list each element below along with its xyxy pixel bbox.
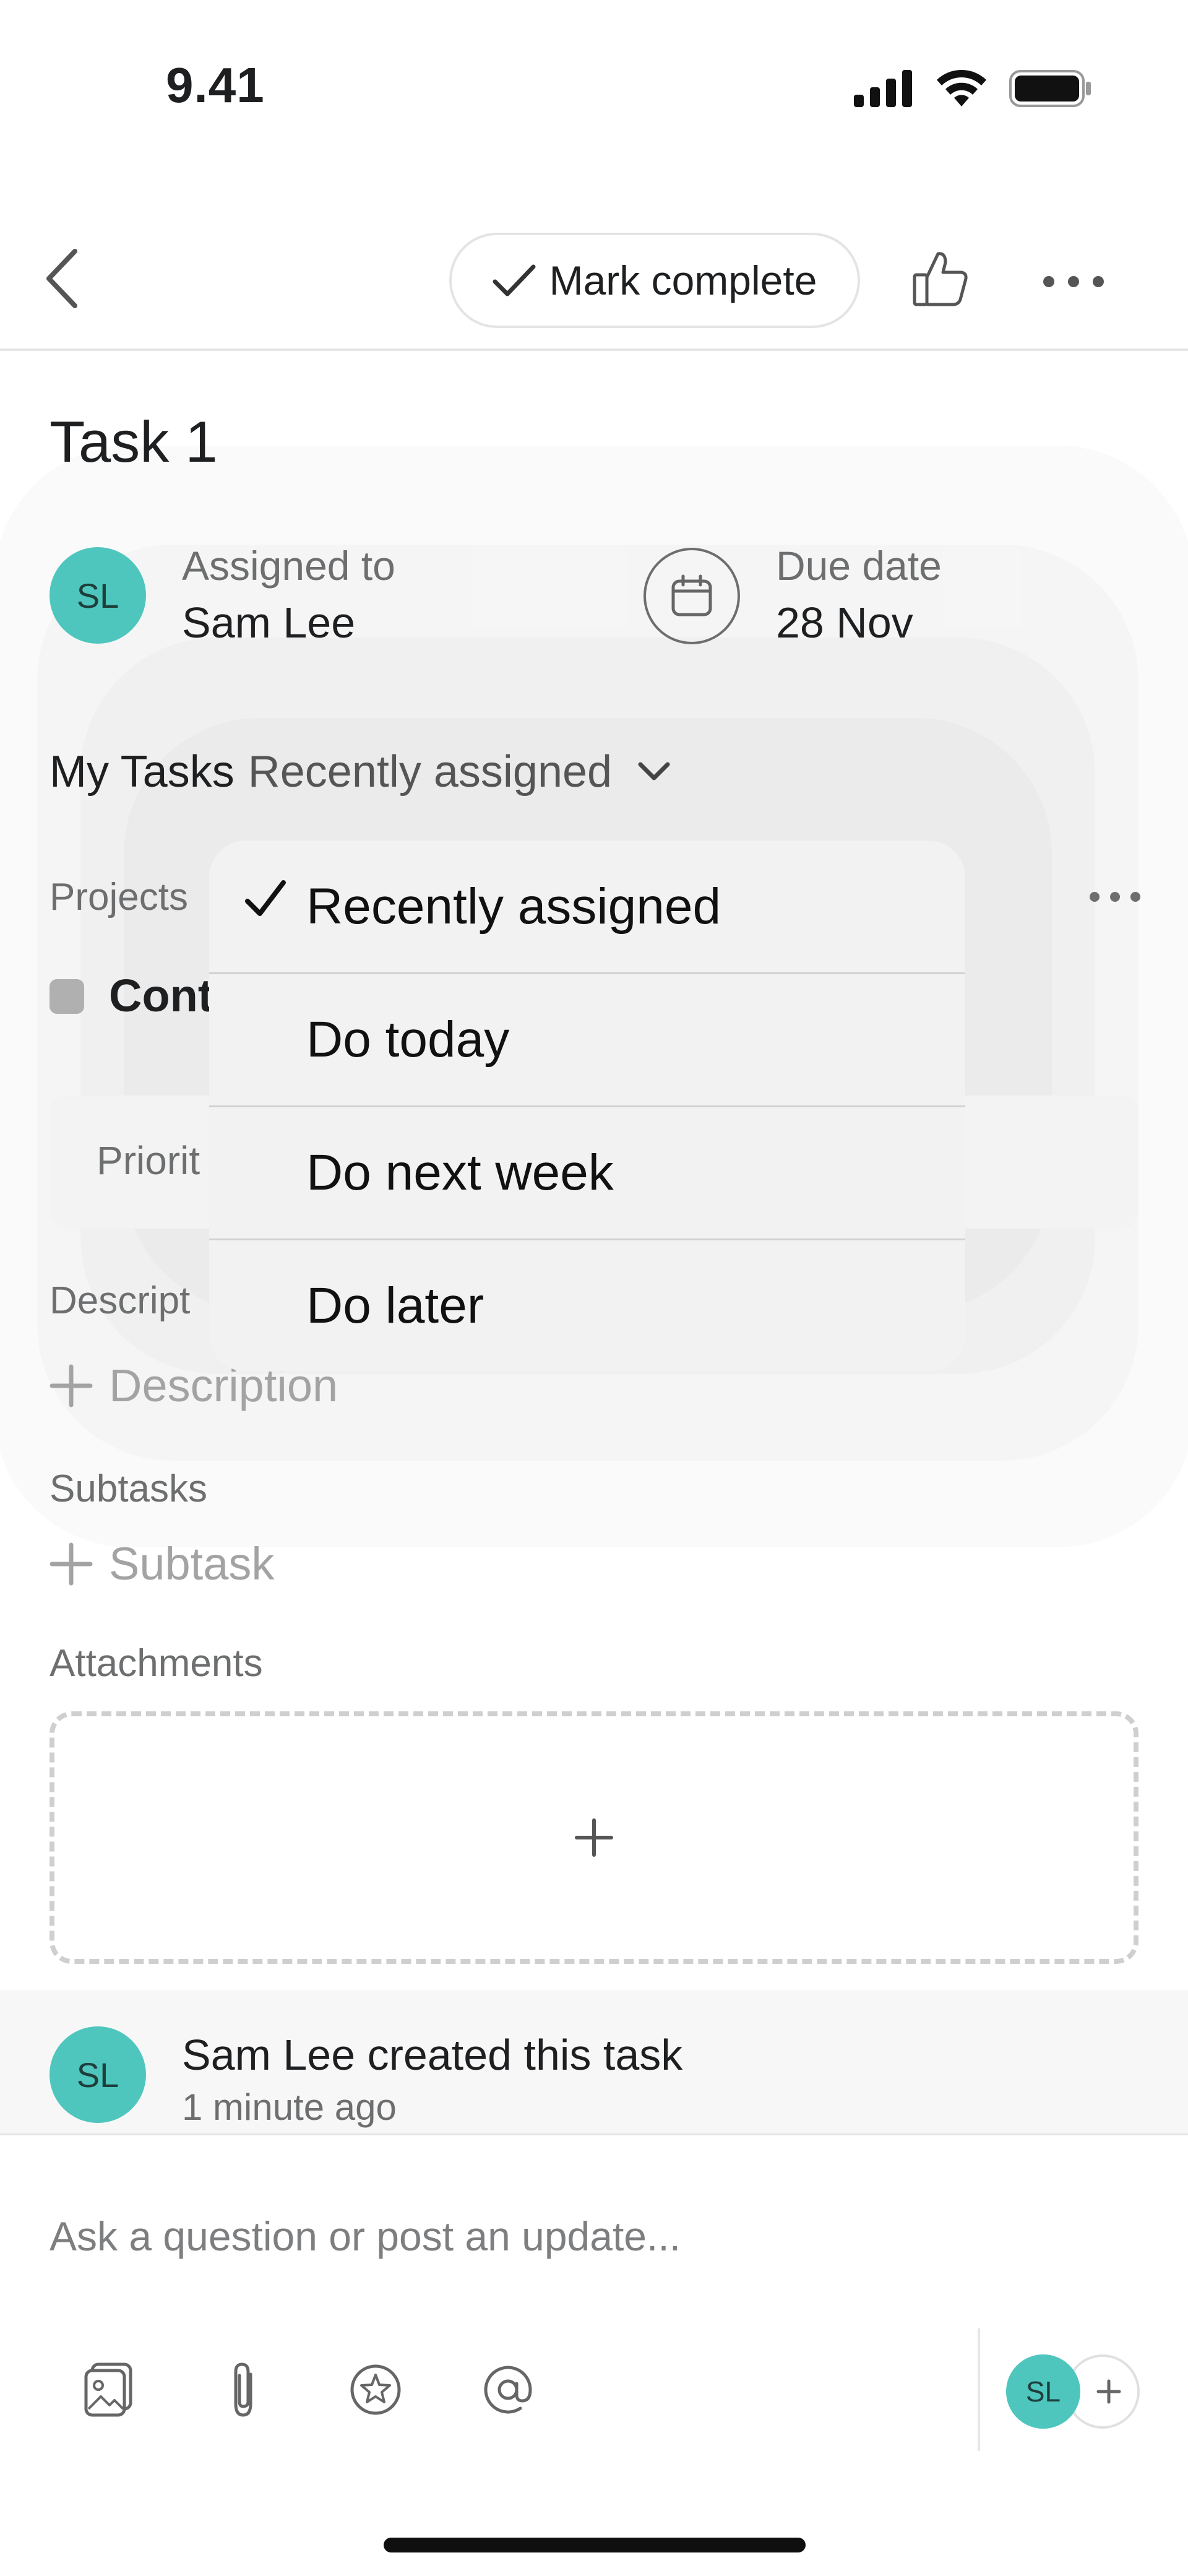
priority-label: Priorit bbox=[97, 1138, 200, 1183]
home-indicator bbox=[384, 2538, 806, 2552]
mention-button[interactable] bbox=[474, 2356, 542, 2424]
dropdown-item-recently-assigned[interactable]: Recently assigned bbox=[209, 841, 965, 973]
add-subtask-button[interactable]: Subtask bbox=[50, 1537, 274, 1590]
composer-divider bbox=[978, 2328, 980, 2451]
back-button[interactable] bbox=[40, 244, 83, 313]
dropdown-item-label: Do next week bbox=[306, 1144, 614, 1201]
check-icon bbox=[493, 264, 536, 296]
paperclip-icon bbox=[234, 2362, 252, 2417]
nav-divider bbox=[0, 348, 1188, 351]
section-selector[interactable]: My Tasks Recently assigned bbox=[50, 746, 671, 797]
more-options-button[interactable] bbox=[1036, 254, 1111, 309]
appreciation-button[interactable] bbox=[342, 2356, 410, 2424]
dropdown-item-do-later[interactable]: Do later bbox=[209, 1240, 965, 1372]
battery-icon bbox=[1009, 70, 1091, 107]
status-time: 9.41 bbox=[166, 58, 265, 113]
projects-label: Projects bbox=[50, 876, 188, 918]
activity-text: Sam Lee created this task bbox=[182, 2031, 683, 2079]
mark-complete-label: Mark complete bbox=[549, 257, 817, 303]
section-dropdown: Recently assigned Do today Do next week … bbox=[209, 841, 965, 1372]
task-title[interactable]: Task 1 bbox=[50, 408, 218, 475]
activity-avatar: SL bbox=[50, 2026, 146, 2123]
like-button[interactable] bbox=[906, 244, 975, 313]
photo-icon bbox=[84, 2362, 132, 2417]
comment-input[interactable]: Ask a question or post an update... bbox=[50, 2213, 681, 2260]
more-icon bbox=[1043, 276, 1104, 287]
plus-icon bbox=[1096, 2379, 1121, 2404]
dropdown-item-label: Do today bbox=[306, 1011, 510, 1068]
attachments-label: Attachments bbox=[50, 1642, 263, 1685]
at-icon bbox=[484, 2366, 532, 2414]
add-subtask-label: Subtask bbox=[109, 1538, 275, 1589]
plus-icon bbox=[50, 1364, 93, 1407]
dropdown-item-label: Recently assigned bbox=[306, 878, 721, 935]
plus-icon bbox=[575, 1818, 613, 1857]
composer-user-avatar[interactable]: SL bbox=[1006, 2354, 1080, 2429]
plus-icon bbox=[50, 1542, 93, 1585]
thumbs-up-icon bbox=[913, 252, 968, 306]
assignee-initials: SL bbox=[76, 576, 119, 615]
project-options-button[interactable] bbox=[1089, 891, 1141, 905]
description-label: Descript bbox=[50, 1279, 191, 1322]
composer-user-initials: SL bbox=[1025, 2375, 1061, 2408]
star-icon bbox=[350, 2364, 401, 2415]
assignee-avatar[interactable]: SL bbox=[50, 547, 146, 644]
attach-file-button[interactable] bbox=[209, 2356, 277, 2424]
check-icon bbox=[245, 880, 286, 916]
assigned-to-label: Assigned to bbox=[182, 543, 395, 589]
due-date-value[interactable]: 28 Nov bbox=[776, 598, 913, 647]
dropdown-item-label: Do later bbox=[306, 1277, 484, 1334]
subtasks-label: Subtasks bbox=[50, 1467, 208, 1510]
mark-complete-button[interactable]: Mark complete bbox=[449, 233, 860, 328]
dropdown-item-do-next-week[interactable]: Do next week bbox=[209, 1107, 965, 1239]
photo-button[interactable] bbox=[74, 2356, 142, 2424]
due-date-label: Due date bbox=[776, 543, 942, 589]
my-tasks-label: My Tasks bbox=[50, 747, 235, 797]
activity-initials: SL bbox=[76, 2055, 119, 2094]
dropdown-item-do-today[interactable]: Do today bbox=[209, 974, 965, 1106]
chevron-down-icon bbox=[638, 762, 670, 780]
project-color-swatch bbox=[50, 979, 84, 1014]
due-date-button[interactable] bbox=[644, 548, 740, 644]
calendar-icon bbox=[671, 574, 712, 616]
wifi-icon bbox=[937, 70, 986, 106]
status-icons bbox=[853, 67, 1091, 110]
add-attachment-button[interactable] bbox=[50, 1711, 1138, 1964]
activity-time: 1 minute ago bbox=[182, 2086, 397, 2128]
more-icon bbox=[1090, 892, 1140, 902]
section-selected: Recently assigned bbox=[248, 747, 613, 797]
signal-icon bbox=[854, 70, 912, 107]
project-name[interactable]: Cont bbox=[109, 969, 213, 1022]
assignee-name[interactable]: Sam Lee bbox=[182, 598, 355, 647]
back-icon bbox=[46, 249, 77, 308]
